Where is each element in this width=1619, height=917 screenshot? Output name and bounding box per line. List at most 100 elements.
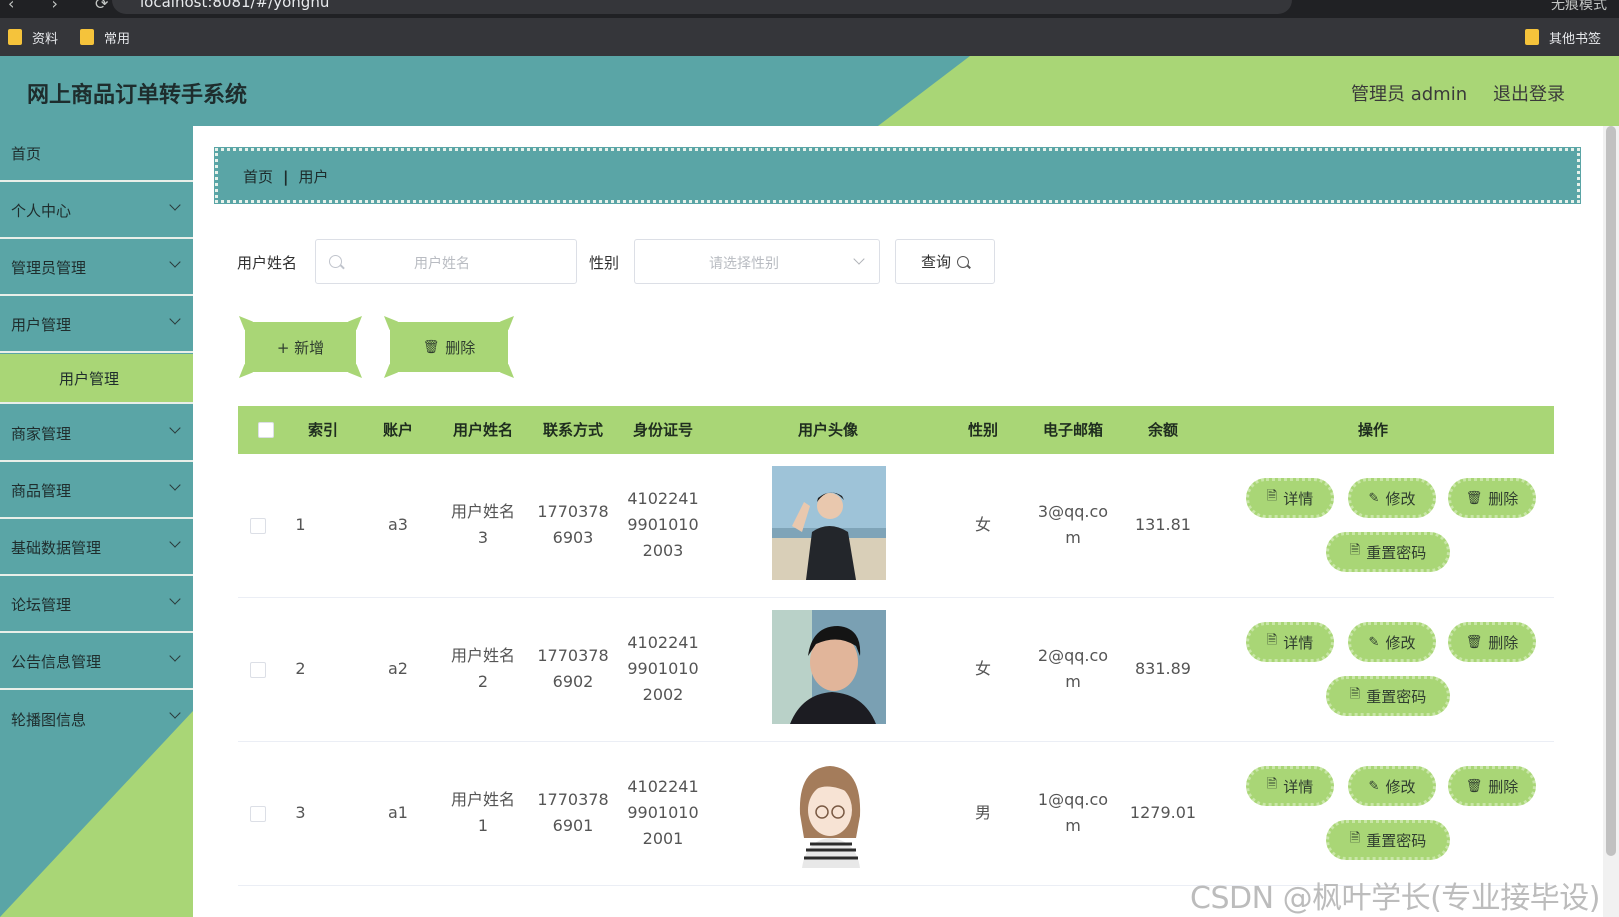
cell-name: 用户姓名 3 (438, 499, 528, 551)
column-header[interactable]: 余额 (1118, 406, 1208, 454)
sidebar-item-products[interactable]: 商品管理 (0, 463, 193, 519)
cell-gender: 女 (974, 659, 991, 678)
sidebar-item-notices[interactable]: 公告信息管理 (0, 634, 193, 690)
document-icon: 🗎 (1266, 633, 1278, 648)
gender-label: 性别 (589, 254, 620, 272)
sidebar-item-label: 个人中心 (11, 201, 72, 220)
corner-decoration (500, 316, 514, 330)
column-header[interactable]: 账户 (358, 406, 438, 454)
cell-id-number-line: 4102241 (627, 489, 699, 508)
gender-select[interactable]: 请选择性别 (634, 239, 880, 284)
edit-button[interactable]: ✎ 修改 (1348, 622, 1436, 662)
query-button[interactable]: 查询 (895, 239, 995, 284)
row-checkbox[interactable] (250, 662, 266, 678)
row-checkbox[interactable] (250, 518, 266, 534)
cell-index: 2 (295, 659, 306, 678)
breadcrumb-current: 用户 (298, 168, 329, 186)
nav-arrows-icon[interactable]: ‹ › ⟳ (8, 0, 124, 13)
breadcrumb-separator: | (283, 167, 289, 186)
sidebar-item-merchants[interactable]: 商家管理 (0, 406, 193, 462)
cell-id-number-line: 9901010 (627, 659, 699, 678)
delete-button[interactable]: 🗑 删除 (1448, 478, 1536, 518)
select-all-checkbox[interactable] (258, 422, 274, 438)
other-bookmarks[interactable]: 其他书签 (1525, 27, 1601, 47)
reset-password-button-label: 重置密码 (1366, 831, 1427, 850)
detail-button-label: 详情 (1283, 777, 1314, 796)
cell-phone-line: 6901 (552, 816, 594, 835)
delete-button[interactable]: 🗑 删除 (1448, 766, 1536, 806)
chevron-down-icon (169, 199, 181, 211)
folder-icon (8, 29, 22, 45)
reset-password-button[interactable]: 🗎 重置密码 (1326, 676, 1450, 716)
column-header[interactable]: 性别 (938, 406, 1028, 454)
detail-button[interactable]: 🗎 详情 (1246, 478, 1334, 518)
edit-button[interactable]: ✎ 修改 (1348, 766, 1436, 806)
sidebar-item-label: 公告信息管理 (11, 652, 102, 671)
cell-phone: 1770378 6903 (528, 499, 618, 551)
sidebar-item-forum[interactable]: 论坛管理 (0, 577, 193, 633)
cell-phone-line: 1770378 (537, 502, 609, 521)
cell-name-line: 用户姓名 (450, 502, 515, 521)
cell-phone: 1770378 6902 (528, 643, 618, 695)
sidebar-item-label: 商家管理 (11, 424, 72, 443)
cell-phone: 1770378 6901 (528, 787, 618, 839)
sidebar-item-home[interactable]: 首页 (0, 126, 193, 182)
reset-password-button[interactable]: 🗎 重置密码 (1326, 820, 1450, 860)
cell-name-line: 用户姓名 (450, 646, 515, 665)
name-search-input[interactable]: 用户姓名 (315, 239, 577, 284)
sidebar-item-base-data[interactable]: 基础数据管理 (0, 520, 193, 576)
pencil-icon: ✎ (1368, 490, 1380, 506)
column-header[interactable]: 电子邮箱 (1028, 406, 1118, 454)
cell-id-number-line: 2003 (642, 541, 684, 560)
sidebar-item-profile[interactable]: 个人中心 (0, 183, 193, 239)
address-url[interactable]: localhost:8081/#/yonghu (140, 0, 329, 11)
cell-email: 2@qq.co m (1028, 643, 1118, 695)
bookmark-folder[interactable]: 常用 (80, 27, 130, 47)
cell-phone-line: 6902 (552, 672, 594, 691)
cell-email-line: 3@qq.co (1037, 502, 1109, 521)
column-header[interactable]: 用户姓名 (438, 406, 528, 454)
chevron-down-icon (169, 707, 181, 719)
cell-id-number-line: 9901010 (627, 803, 699, 822)
column-header[interactable]: 联系方式 (528, 406, 618, 454)
cell-account: a1 (388, 803, 408, 822)
cell-id-number: 4102241 9901010 2003 (618, 486, 708, 564)
sidebar-item-carousel[interactable]: 轮播图信息 (0, 691, 193, 747)
cell-id-number-line: 2001 (642, 829, 684, 848)
detail-button[interactable]: 🗎 详情 (1246, 622, 1334, 662)
chevron-down-icon (169, 536, 181, 548)
corner-decoration (384, 316, 398, 330)
admin-user-link[interactable]: 管理员 admin (1351, 80, 1467, 106)
column-header[interactable]: 用户头像 (728, 406, 928, 454)
bookmark-folder[interactable]: 资料 (8, 27, 58, 47)
sidebar-item-label: 用户管理 (11, 315, 72, 334)
logout-link[interactable]: 退出登录 (1493, 80, 1565, 106)
column-header[interactable]: 身份证号 (618, 406, 708, 454)
reset-password-button[interactable]: 🗎 重置密码 (1326, 532, 1450, 572)
sidebar-subitem-user-management[interactable]: 用户管理 (0, 354, 193, 404)
column-header[interactable]: 索引 (288, 406, 358, 454)
scrollbar-thumb[interactable] (1606, 126, 1616, 856)
sidebar-item-users[interactable]: 用户管理 (0, 297, 193, 353)
address-row: ‹ › ⟳ localhost:8081/#/yonghu 无痕模式 (0, 0, 1619, 18)
cell-phone-line: 1770378 (537, 646, 609, 665)
detail-button-label: 详情 (1283, 489, 1314, 508)
detail-button[interactable]: 🗎 详情 (1246, 766, 1334, 806)
cell-balance: 1279.01 (1129, 803, 1197, 822)
delete-button[interactable]: 🗑 删除 (1448, 622, 1536, 662)
breadcrumb-home[interactable]: 首页 (243, 166, 273, 187)
column-header: 操作 (1357, 421, 1388, 439)
cell-email-line: 2@qq.co (1037, 646, 1109, 665)
add-button[interactable]: + 新增 (239, 316, 362, 378)
bulk-delete-button[interactable]: 🗑 删除 (384, 316, 514, 378)
incognito-label[interactable]: 无痕模式 (1551, 0, 1607, 14)
chevron-down-icon (169, 422, 181, 434)
sidebar-item-label: 轮播图信息 (11, 710, 87, 729)
edit-button[interactable]: ✎ 修改 (1348, 478, 1436, 518)
watermark: CSDN @枫叶学长(专业接毕设) (1190, 881, 1600, 916)
gender-select-placeholder: 请选择性别 (709, 256, 779, 272)
row-checkbox[interactable] (250, 806, 266, 822)
chevron-down-icon (853, 253, 865, 265)
sidebar-item-admins[interactable]: 管理员管理 (0, 240, 193, 296)
avatar-man-jacket (772, 466, 886, 580)
